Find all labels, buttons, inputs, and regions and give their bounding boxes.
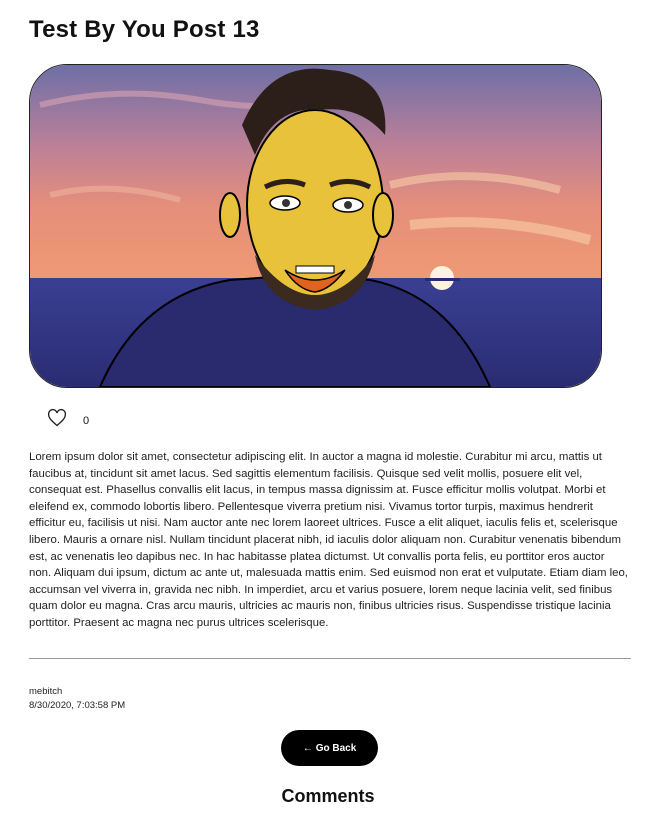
- post-image-illustration: [30, 65, 601, 387]
- go-back-button[interactable]: ← Go Back: [281, 730, 378, 766]
- like-count: 0: [83, 415, 90, 427]
- post-timestamp: 8/30/2020, 7:03:58 PM: [29, 700, 126, 711]
- post-body: Lorem ipsum dolor sit amet, consectetur …: [29, 451, 628, 629]
- post-meta: mebitch 8/30/2020, 7:03:58 PM: [29, 685, 125, 713]
- post-image: [29, 64, 602, 388]
- divider: [29, 658, 631, 659]
- comments-heading: Comments: [281, 786, 375, 806]
- go-back-label: Go Back: [315, 742, 357, 754]
- heart-icon[interactable]: [47, 408, 67, 428]
- post-title: Test By You Post 13: [29, 16, 260, 43]
- author-name: mebitch: [29, 686, 63, 697]
- like-row: 0: [47, 408, 89, 428]
- arrow-left-icon: ←: [302, 742, 313, 754]
